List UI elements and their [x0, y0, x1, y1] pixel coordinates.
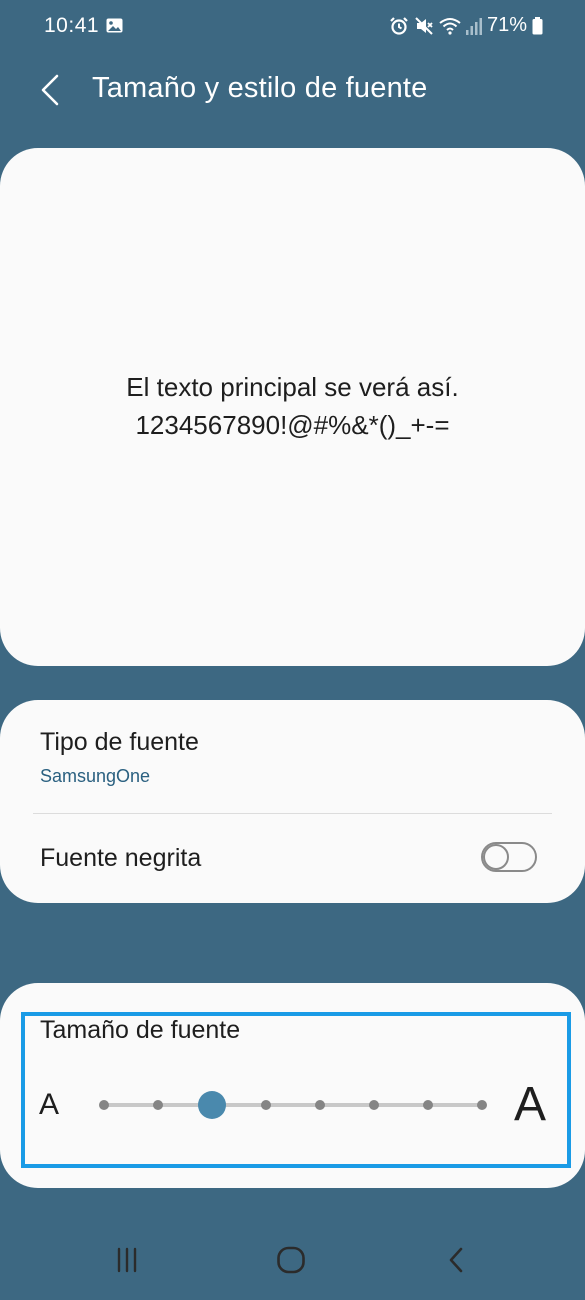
wifi-icon	[439, 17, 461, 35]
preview-card: El texto principal se verá así. 12345678…	[0, 148, 585, 666]
status-bar: 10:41 71%	[0, 0, 585, 56]
navigation-bar	[0, 1226, 585, 1300]
slider-tick[interactable]	[153, 1100, 163, 1110]
preview-line-2: 1234567890!@#%&*()_+-=	[135, 410, 450, 440]
slider-tick[interactable]	[477, 1100, 487, 1110]
slider-tick[interactable]	[99, 1100, 109, 1110]
recent-apps-button[interactable]	[107, 1244, 147, 1276]
font-size-label: Tamaño de fuente	[40, 1016, 241, 1044]
slider-tick[interactable]	[315, 1100, 325, 1110]
slider-tick[interactable]	[261, 1100, 271, 1110]
preview-line-1: El texto principal se verá así.	[126, 372, 459, 402]
preview-text: El texto principal se verá así. 12345678…	[0, 368, 585, 444]
battery-level: 71%	[486, 14, 527, 36]
mute-icon	[414, 16, 434, 36]
back-button[interactable]	[30, 70, 70, 110]
slider-tick[interactable]	[423, 1100, 433, 1110]
gallery-icon	[106, 18, 123, 33]
nav-back-button[interactable]	[436, 1244, 476, 1276]
back-icon	[449, 1247, 463, 1273]
status-time: 10:41	[44, 14, 100, 37]
large-font-glyph: A	[514, 1078, 547, 1131]
bold-font-row[interactable]: Fuente negrita	[0, 814, 585, 903]
recent-apps-icon	[117, 1247, 137, 1273]
font-type-value: SamsungOne	[40, 766, 151, 786]
home-icon	[277, 1246, 305, 1274]
font-type-label: Tipo de fuente	[40, 728, 199, 756]
app-bar: Tamaño y estilo de fuente	[0, 60, 585, 124]
bold-font-label: Fuente negrita	[40, 844, 202, 872]
battery-icon	[532, 16, 543, 35]
toggle-knob	[483, 844, 509, 870]
status-icons: 71%	[389, 14, 543, 37]
font-settings-card: Tipo de fuente SamsungOne Fuente negrita	[0, 700, 585, 903]
home-button[interactable]	[271, 1244, 311, 1276]
alarm-icon	[389, 16, 409, 36]
slider-tick[interactable]	[369, 1100, 379, 1110]
font-type-row[interactable]: Tipo de fuente SamsungOne	[0, 700, 585, 812]
chevron-left-icon	[41, 74, 59, 106]
page-title: Tamaño y estilo de fuente	[92, 72, 428, 104]
small-font-glyph: A	[39, 1088, 60, 1121]
font-size-slider[interactable]	[98, 1090, 488, 1120]
slider-thumb[interactable]	[198, 1091, 226, 1119]
signal-icon	[465, 17, 482, 35]
bold-font-toggle[interactable]	[481, 842, 537, 872]
